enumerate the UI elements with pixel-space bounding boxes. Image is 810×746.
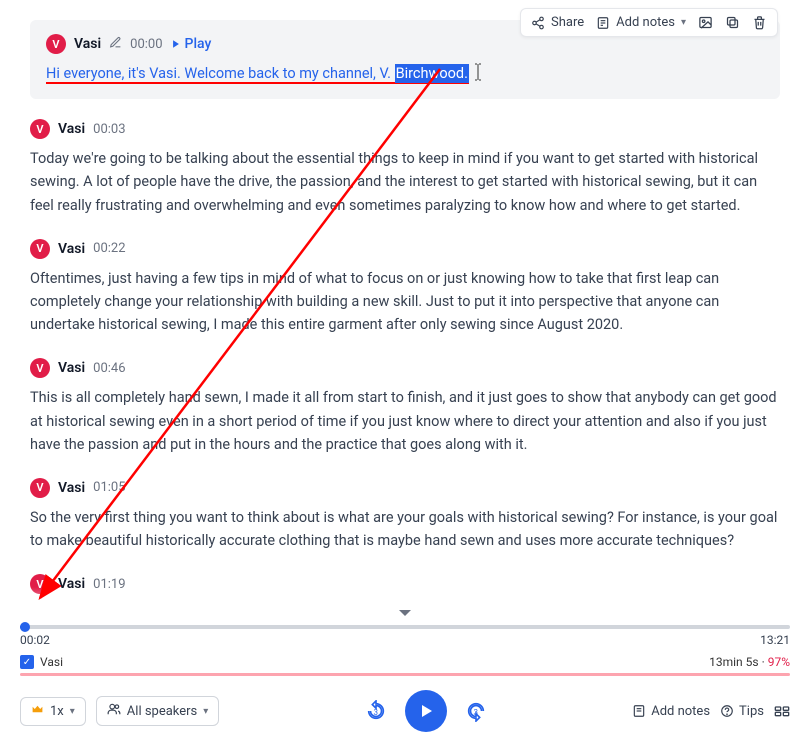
chevron-down-icon: ▾ — [203, 706, 208, 717]
people-icon — [107, 702, 121, 720]
controls-row: 1x ▾ All speakers ▾ 3 3 — [20, 690, 790, 732]
speaker-name[interactable]: Vasi — [58, 480, 85, 496]
speaker-timeline-bar[interactable] — [20, 673, 790, 676]
timestamp: 01:05 — [93, 480, 125, 495]
timestamp: 00:03 — [93, 122, 125, 137]
avatar: V — [30, 119, 50, 139]
transcript-segment[interactable]: V Vasi 01:05 So the very first thing you… — [30, 478, 780, 552]
current-time: 00:02 — [20, 633, 50, 647]
speaker-track: ✓ Vasi 13min 5s · 97% — [20, 655, 790, 669]
segment-text[interactable]: Today we're going to be talking about th… — [30, 147, 780, 217]
transcript-segment[interactable]: V Vasi 00:46 This is all completely hand… — [30, 358, 780, 456]
share-button[interactable]: Share — [531, 15, 584, 30]
segment-text[interactable]: Hi everyone, it's Vasi. Welcome back to … — [46, 62, 764, 85]
expand-handle[interactable] — [383, 605, 427, 619]
progress-thumb[interactable] — [20, 622, 30, 632]
avatar: V — [30, 478, 50, 498]
speaker-name[interactable]: Vasi — [58, 241, 85, 257]
speaker-name[interactable]: Vasi — [74, 36, 101, 52]
crown-icon — [31, 703, 44, 720]
player-panel: 00:02 13:21 ✓ Vasi 13min 5s · 97% 1x ▾ — [0, 619, 810, 746]
total-time: 13:21 — [760, 633, 790, 647]
speed-label: 1x — [50, 704, 64, 719]
skip-forward-button[interactable]: 3 — [465, 700, 487, 722]
note-icon — [596, 16, 610, 30]
all-speakers-label: All speakers — [127, 704, 197, 719]
avatar: V — [30, 358, 50, 378]
timestamp: 00:46 — [93, 361, 125, 376]
speed-button[interactable]: 1x ▾ — [20, 697, 86, 726]
tips-button[interactable]: Tips — [720, 704, 764, 719]
segment-text[interactable]: This is all completely hand sewn, I made… — [30, 386, 780, 456]
share-icon — [531, 16, 545, 30]
all-speakers-button[interactable]: All speakers ▾ — [96, 696, 220, 726]
speaker-checkbox[interactable]: ✓ — [20, 655, 34, 669]
play-segment-button[interactable]: Play — [171, 36, 212, 52]
progress-bar[interactable] — [20, 625, 790, 629]
top-toolbar: Share Add notes ▾ — [520, 8, 778, 37]
copy-button[interactable] — [725, 15, 740, 30]
transcript-container: V Vasi 00:00 Play Hi everyone, it's Vasi… — [0, 0, 810, 600]
segment-header: V Vasi 00:00 Play — [46, 34, 764, 54]
add-notes-button[interactable]: Add notes ▾ — [596, 15, 686, 30]
highlighted-text: Birchwood. — [395, 64, 469, 83]
share-label: Share — [551, 15, 584, 30]
fade-overlay — [0, 587, 810, 619]
segment-text[interactable]: Oftentimes, just having a few tips in mi… — [30, 267, 780, 337]
avatar: V — [30, 239, 50, 259]
text-cursor-icon — [473, 65, 483, 82]
chevron-down-icon: ▾ — [70, 706, 75, 717]
delete-button[interactable] — [752, 15, 767, 30]
track-duration: 13min 5s — [709, 655, 758, 669]
speaker-name[interactable]: Vasi — [58, 360, 85, 376]
speaker-name[interactable]: Vasi — [58, 121, 85, 137]
segment-header: V Vasi 00:03 — [30, 119, 780, 139]
add-notes-bottom-button[interactable]: Add notes — [632, 704, 710, 719]
skip-back-button[interactable]: 3 — [365, 700, 387, 722]
segment-header: V Vasi 00:22 — [30, 239, 780, 259]
transcript-segment[interactable]: V Vasi 00:03 Today we're going to be tal… — [30, 119, 780, 217]
chevron-down-icon: ▾ — [681, 17, 686, 28]
transcript-segment[interactable]: V Vasi 00:22 Oftentimes, just having a f… — [30, 239, 780, 337]
segment-text[interactable]: So the very first thing you want to thin… — [30, 506, 780, 552]
avatar: V — [46, 34, 66, 54]
add-notes-label: Add notes — [616, 15, 675, 30]
timestamp: 00:00 — [130, 37, 162, 52]
image-export-button[interactable] — [698, 15, 713, 30]
timestamp: 00:22 — [93, 241, 125, 256]
keyboard-shortcuts-button[interactable] — [774, 703, 790, 719]
track-speaker-name: Vasi — [40, 655, 63, 669]
edit-icon[interactable] — [109, 36, 122, 53]
time-row: 00:02 13:21 — [20, 633, 790, 647]
segment-header: V Vasi 00:46 — [30, 358, 780, 378]
play-button[interactable] — [405, 690, 447, 732]
track-accuracy: 97% — [768, 655, 790, 669]
segment-header: V Vasi 01:05 — [30, 478, 780, 498]
